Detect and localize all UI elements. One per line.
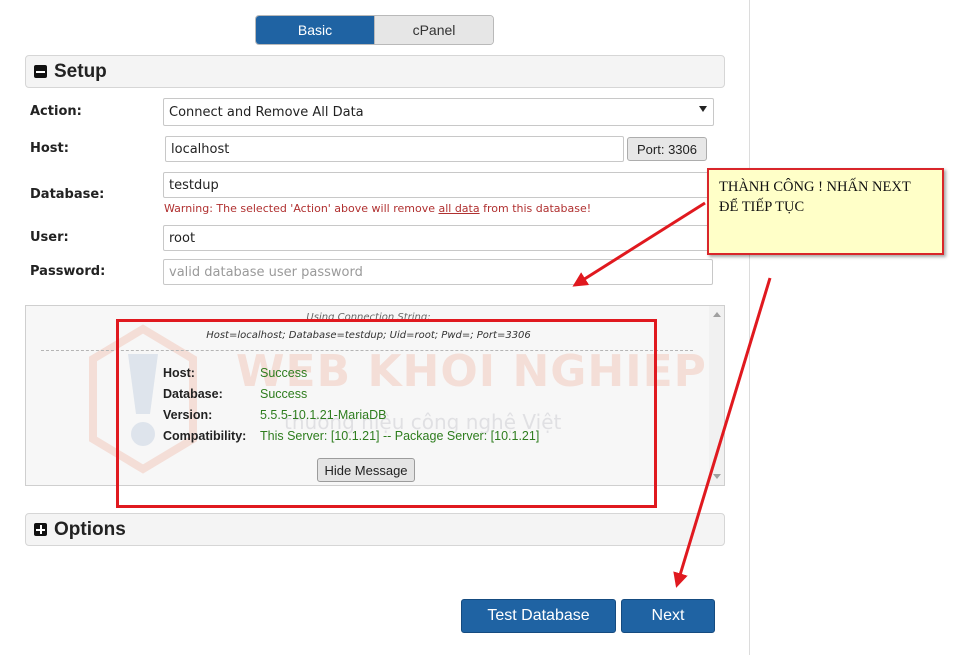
test-database-button[interactable]: Test Database bbox=[461, 599, 616, 633]
next-button[interactable]: Next bbox=[621, 599, 715, 633]
collapse-minus-icon bbox=[34, 65, 47, 78]
scroll-down-icon[interactable] bbox=[713, 474, 721, 479]
password-input[interactable]: valid database user password bbox=[163, 259, 713, 285]
setup-title: Setup bbox=[54, 60, 107, 82]
right-divider bbox=[749, 0, 750, 655]
port-button[interactable]: Port: 3306 bbox=[627, 137, 707, 161]
annotation-highlight-box bbox=[116, 319, 657, 508]
database-input[interactable]: testdup bbox=[163, 172, 713, 198]
tab-basic[interactable]: Basic bbox=[256, 16, 374, 44]
user-input-value: root bbox=[169, 230, 196, 246]
message-scrollbar[interactable] bbox=[709, 306, 724, 485]
database-warning: Warning: The selected 'Action' above wil… bbox=[164, 202, 591, 215]
setup-panel-header[interactable]: Setup bbox=[25, 55, 725, 88]
warning-prefix: Warning: The selected 'Action' above wil… bbox=[164, 202, 439, 215]
password-label: Password: bbox=[30, 264, 106, 279]
host-label: Host: bbox=[30, 141, 69, 156]
database-input-value: testdup bbox=[169, 177, 219, 193]
dropdown-arrow-icon bbox=[699, 106, 707, 112]
scroll-up-icon[interactable] bbox=[713, 312, 721, 317]
action-select[interactable]: Connect and Remove All Data bbox=[163, 98, 714, 126]
user-label: User: bbox=[30, 230, 69, 245]
expand-plus-icon bbox=[34, 523, 47, 536]
mode-toggle: Basic cPanel bbox=[255, 15, 494, 45]
host-input-value: localhost bbox=[171, 141, 230, 157]
password-placeholder: valid database user password bbox=[169, 264, 363, 280]
tab-cpanel[interactable]: cPanel bbox=[374, 16, 493, 44]
annotation-note: THÀNH CÔNG ! NHẤN NEXT ĐỂ TIẾP TỤC bbox=[707, 168, 944, 255]
options-panel-header[interactable]: Options bbox=[25, 513, 725, 546]
database-label: Database: bbox=[30, 187, 105, 202]
warning-all-data-link: all data bbox=[438, 202, 480, 215]
host-input[interactable]: localhost bbox=[165, 136, 624, 162]
action-label: Action: bbox=[30, 104, 82, 119]
warning-suffix: from this database! bbox=[479, 202, 592, 215]
options-title: Options bbox=[54, 518, 126, 540]
user-input[interactable]: root bbox=[163, 225, 713, 251]
action-select-value: Connect and Remove All Data bbox=[169, 104, 364, 120]
